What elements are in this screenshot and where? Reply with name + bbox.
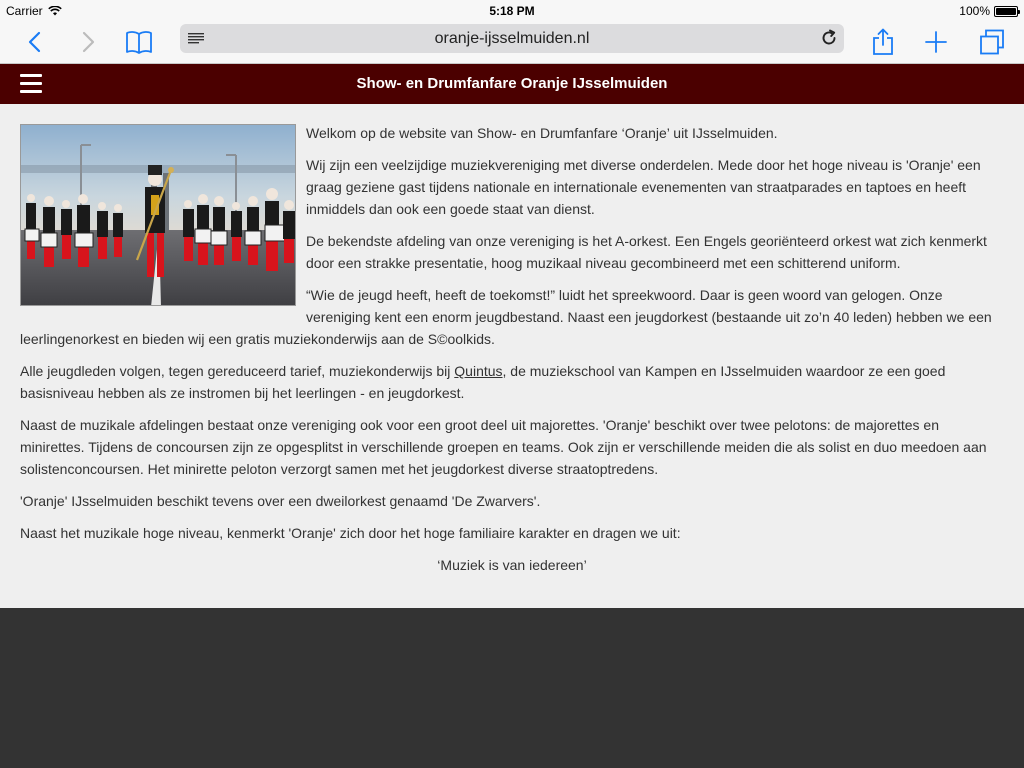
back-icon xyxy=(28,31,41,53)
battery-icon xyxy=(994,5,1020,17)
back-button[interactable] xyxy=(17,24,53,60)
battery-percent: 100% xyxy=(959,4,990,18)
bookmarks-icon xyxy=(126,31,152,54)
status-time: 5:18 PM xyxy=(489,4,535,18)
education-paragraph: Alle jeugdleden volgen, tegen gereduceer… xyxy=(20,360,1004,404)
band-photo[interactable] xyxy=(20,124,296,306)
forward-icon xyxy=(82,31,95,53)
url-text[interactable]: oranje-ijsselmuiden.nl xyxy=(435,30,590,48)
tabs-icon xyxy=(980,29,1004,55)
bookmarks-button[interactable] xyxy=(121,24,157,60)
education-text-before: Alle jeugdleden volgen, tegen gereduceer… xyxy=(20,363,455,379)
address-bar[interactable]: oranje-ijsselmuiden.nl xyxy=(180,24,844,53)
browser-toolbar: oranje-ijsselmuiden.nl xyxy=(0,20,1024,64)
character-paragraph: Naast het muzikale hoge niveau, kenmerkt… xyxy=(20,525,681,541)
motto-text: ‘Muziek is van iedereen’ xyxy=(437,557,587,573)
battery-fill xyxy=(996,7,1016,15)
band-photo-image xyxy=(21,125,295,305)
site-title: Show- en Drumfanfare Oranje IJsselmuiden xyxy=(356,75,668,92)
main-content: Welkom op de website van Show- en Drumfa… xyxy=(0,104,1024,608)
reload-icon[interactable] xyxy=(820,29,838,47)
share-icon xyxy=(873,28,893,55)
share-button[interactable] xyxy=(865,24,901,60)
add-button[interactable] xyxy=(918,24,954,60)
site-header: Show- en Drumfanfare Oranje IJsselmuiden xyxy=(0,64,1024,104)
dweilorkest-paragraph: 'Oranje' IJsselmuiden beschikt tevens ov… xyxy=(20,493,541,509)
add-icon xyxy=(925,31,947,53)
quintus-link[interactable]: Quintus xyxy=(454,363,502,379)
reader-icon[interactable] xyxy=(188,32,204,44)
page-footer-area xyxy=(0,608,1024,768)
battery-indicator: 100% xyxy=(959,4,1020,18)
tabs-button[interactable] xyxy=(974,24,1010,60)
majorettes-paragraph: Naast de muzikale afdelingen bestaat onz… xyxy=(20,417,987,477)
forward-button[interactable] xyxy=(70,24,106,60)
status-bar: Carrier 5:18 PM 100% xyxy=(0,0,1024,20)
